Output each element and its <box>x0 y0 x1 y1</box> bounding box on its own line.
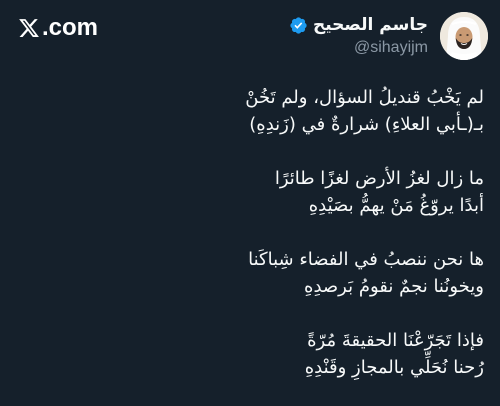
poem-line: ها نحن ننصبُ في الفضاء شِباكَنا <box>248 249 484 270</box>
poem-line: أبدًا يروّغُ مَنْ يهمُّ بصَيْدِهِ <box>308 195 484 216</box>
x-logo-icon <box>18 17 40 39</box>
author-handle[interactable]: @sihayijm <box>354 39 428 57</box>
avatar[interactable] <box>440 12 488 60</box>
x-brand[interactable]: .com <box>18 14 98 42</box>
poem-line: ويخونُنا نجمٌ نقومُ بَرصدِهِ <box>304 276 484 297</box>
poem-line: لم يَخْبُ قنديلُ السؤال، ولم تَخُنْ <box>245 87 484 108</box>
brand-domain-text: .com <box>42 14 99 41</box>
poem-line: رُحنا نُحَلِّي بالمجازِ وقَنْدِهِ <box>304 357 484 378</box>
author-info: جاسم الصحيح @sihayijm <box>289 12 428 57</box>
tweet-header: جاسم الصحيح @sihayijm <box>289 12 488 60</box>
poem-stanza: ما زال لغزُ الأرض لغزًا طائرًا أبدًا يرو… <box>16 165 484 219</box>
poem-stanza: ها نحن ننصبُ في الفضاء شِباكَنا ويخونُنا… <box>16 246 484 300</box>
poem-line: فإذا تَجَرّعْنَا الحقيقةَ مُرّةً <box>307 330 484 351</box>
verified-badge-icon <box>289 16 308 35</box>
tweet-card: .com جاسم الصحيح @sihayijm لم يَخْبُ قند… <box>0 0 500 406</box>
poem-stanza: لم يَخْبُ قنديلُ السؤال، ولم تَخُنْ بـ(ـ… <box>16 84 484 138</box>
poem-stanza: فإذا تَجَرّعْنَا الحقيقةَ مُرّةً رُحنا ن… <box>16 327 484 381</box>
tweet-text: لم يَخْبُ قنديلُ السؤال، ولم تَخُنْ بـ(ـ… <box>16 84 484 381</box>
poem-line: بـ(ـأبي العلاءِ) شرارةٌ في (زَندِهِ) <box>249 114 484 135</box>
author-display-name[interactable]: جاسم الصحيح <box>313 14 428 36</box>
author-name-row: جاسم الصحيح <box>289 14 428 36</box>
poem-line: ما زال لغزُ الأرض لغزًا طائرًا <box>274 168 484 189</box>
